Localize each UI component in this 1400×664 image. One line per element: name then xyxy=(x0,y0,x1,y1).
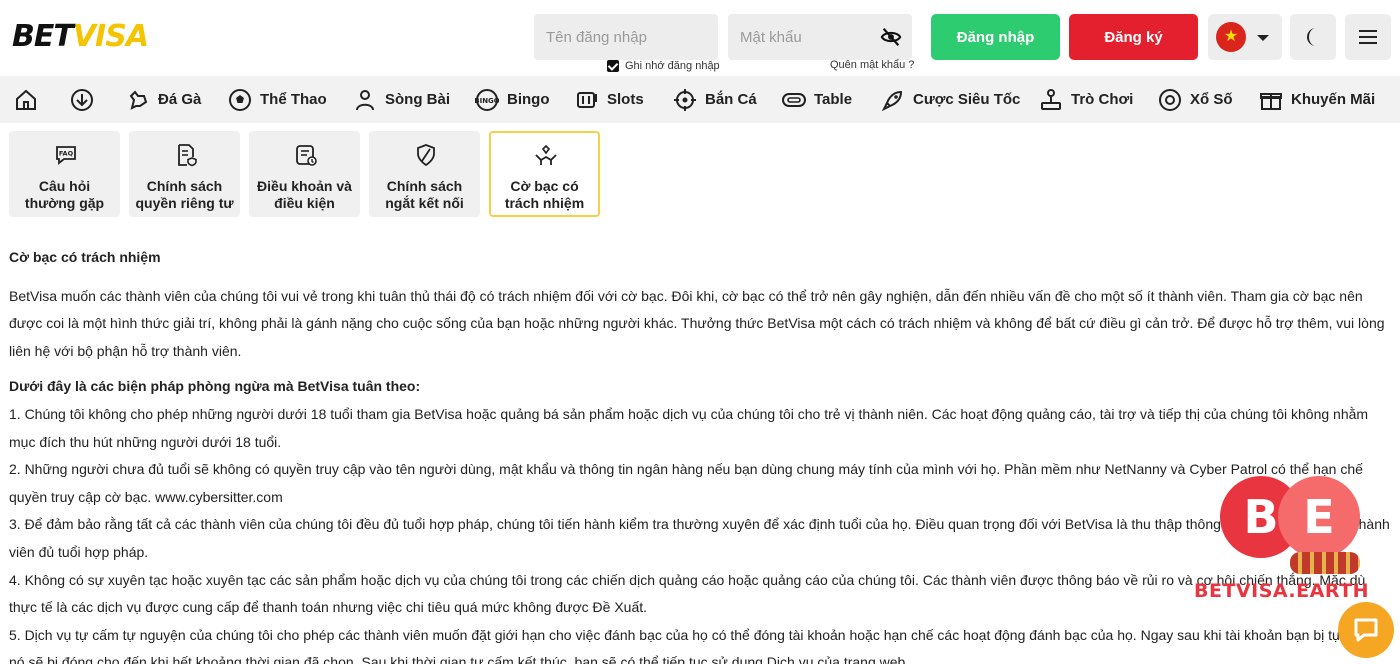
tab-label: Câu hỏi thường gặp xyxy=(24,178,105,211)
tab-label: Điều khoản và điều kiện xyxy=(257,178,352,211)
measure-item: 1. Chúng tôi không cho phép những người … xyxy=(9,405,1369,450)
content-title: Cờ bạc có trách nhiệm xyxy=(9,249,161,265)
lottery-ball-icon xyxy=(1159,88,1181,111)
measure-item: 3. Để đảm bảo rằng tất cả các thành viên… xyxy=(9,516,1390,560)
privacy-policy-icon xyxy=(178,144,197,167)
svg-text:BINGO: BINGO xyxy=(475,97,499,105)
chevron-down-icon xyxy=(1257,35,1269,41)
nav-item-table[interactable]: Table xyxy=(782,76,852,123)
tab-faq[interactable]: FAQ Câu hỏi thường gặp xyxy=(9,131,120,217)
slot-machine-icon xyxy=(577,91,597,108)
measures-heading: Dưới đây là các biện pháp phòng ngừa mà … xyxy=(9,378,421,395)
target-icon xyxy=(674,88,696,111)
username-field-wrapper xyxy=(534,14,718,60)
theme-toggle-button[interactable] xyxy=(1290,14,1336,60)
nav-label: Table xyxy=(814,91,853,108)
betvisa-earth-watermark: B E BETVISA.EARTH xyxy=(1194,470,1374,610)
joystick-icon xyxy=(1041,88,1061,110)
tab-responsible-gaming[interactable]: Cờ bạc có trách nhiệm xyxy=(489,131,600,217)
remember-checkbox[interactable] xyxy=(607,60,619,72)
nav-label: Trò Chơi xyxy=(1071,91,1134,108)
nav-item-download[interactable] xyxy=(70,76,94,123)
svg-text:FAQ: FAQ xyxy=(59,150,74,158)
nav-item-slots[interactable]: Slots xyxy=(575,76,644,123)
vietnam-flag-icon: ★ xyxy=(1216,22,1246,52)
nav-label: Xổ Số xyxy=(1190,91,1233,108)
watermark-text: BETVISA.EARTH xyxy=(1194,580,1369,602)
nav-label: Bắn Cá xyxy=(705,91,757,108)
password-field-wrapper xyxy=(728,14,912,60)
tab-disconnect-policy[interactable]: Chính sách ngắt kết nối xyxy=(369,131,480,217)
nav-item-home[interactable] xyxy=(14,76,38,123)
nav-label: Đá Gà xyxy=(158,91,202,108)
nav-label: Sòng Bài xyxy=(385,91,451,108)
moon-icon xyxy=(1306,27,1316,46)
nav-item-song-bai[interactable]: Sòng Bài xyxy=(353,76,450,123)
logo-text-visa: VISA xyxy=(72,19,149,54)
nav-label: Bingo xyxy=(507,91,550,108)
bingo-icon: BINGO xyxy=(475,88,499,111)
soccer-ball-icon xyxy=(229,88,251,111)
measure-item: 5. Dịch vụ tự cấm tự nguyện của chúng tô… xyxy=(9,626,1393,664)
nav-item-ban-ca[interactable]: Bắn Cá xyxy=(673,76,757,123)
tab-label: Cờ bạc có trách nhiệm xyxy=(504,178,585,211)
tab-terms[interactable]: Điều khoản và điều kiện xyxy=(249,131,360,217)
main-nav: Đá Gà Thể Thao Sòng Bài BINGO Bingo Slot… xyxy=(0,76,1400,123)
terms-icon xyxy=(296,145,317,166)
remember-label: Ghi nhớ đăng nhập xyxy=(625,60,720,72)
casino-chips-icon xyxy=(1290,552,1360,574)
disconnect-icon xyxy=(417,144,435,167)
rocket-icon xyxy=(881,90,903,111)
nav-item-bingo[interactable]: BINGO Bingo xyxy=(475,76,550,123)
login-button[interactable]: Đăng nhập xyxy=(931,14,1060,60)
nav-item-xo-so[interactable]: Xổ Số xyxy=(1158,76,1233,123)
chat-bubble-icon xyxy=(1354,618,1378,642)
measure-item: 2. Những người chưa đủ tuổi sẽ không có … xyxy=(9,461,1363,505)
gift-icon xyxy=(1260,92,1282,110)
nav-item-the-thao[interactable]: Thể Thao xyxy=(228,76,327,123)
betvisa-logo[interactable]: BETVISA xyxy=(12,19,149,54)
nav-item-da-ga[interactable]: Đá Gà xyxy=(126,76,201,123)
live-chat-button[interactable] xyxy=(1338,602,1394,658)
menu-button[interactable] xyxy=(1345,14,1391,60)
username-input[interactable] xyxy=(534,14,718,60)
nav-label: Khuyến Mãi xyxy=(1291,91,1376,108)
header: BETVISA Ghi nhớ đăng nhập Quên mật khẩu … xyxy=(0,0,1400,76)
responsible-gaming-icon xyxy=(535,144,557,165)
tab-privacy-policy[interactable]: Chính sách quyền riêng tư xyxy=(129,131,240,217)
tab-label: Chính sách ngắt kết nối xyxy=(385,178,464,211)
nav-item-cuoc-sieu-toc[interactable]: Cược Siêu Tốc xyxy=(881,76,1020,123)
nav-label: Cược Siêu Tốc xyxy=(913,91,1021,108)
nav-item-khuyen-mai[interactable]: Khuyến Mãi xyxy=(1259,76,1375,123)
logo-text-bet: BET xyxy=(12,19,74,54)
measure-item: 4. Không có sự xuyên tạc hoặc xuyên tạc … xyxy=(9,571,1366,616)
register-button[interactable]: Đăng ký xyxy=(1069,14,1198,60)
watermark-letter-e: E xyxy=(1278,476,1360,558)
table-icon xyxy=(782,92,806,107)
home-icon xyxy=(16,89,36,110)
dealer-icon xyxy=(356,89,374,110)
rooster-icon xyxy=(129,89,148,110)
language-selector[interactable]: ★ xyxy=(1208,14,1282,60)
download-icon xyxy=(71,88,93,111)
policy-content: Cờ bạc có trách nhiệm BetVisa muốn các t… xyxy=(9,244,1394,664)
eye-slash-icon[interactable] xyxy=(880,26,902,48)
content-intro: BetVisa muốn các thành viên của chúng tô… xyxy=(9,287,1385,359)
remember-me[interactable]: Ghi nhớ đăng nhập xyxy=(607,60,720,72)
forgot-password-link[interactable]: Quên mật khẩu ? xyxy=(830,59,914,71)
nav-label: Thể Thao xyxy=(260,91,327,108)
tab-label: Chính sách quyền riêng tư xyxy=(135,178,234,211)
nav-label: Slots xyxy=(607,91,644,108)
nav-item-tro-choi[interactable]: Trò Chơi xyxy=(1039,76,1133,123)
faq-icon: FAQ xyxy=(56,146,76,165)
hamburger-icon xyxy=(1359,30,1377,44)
